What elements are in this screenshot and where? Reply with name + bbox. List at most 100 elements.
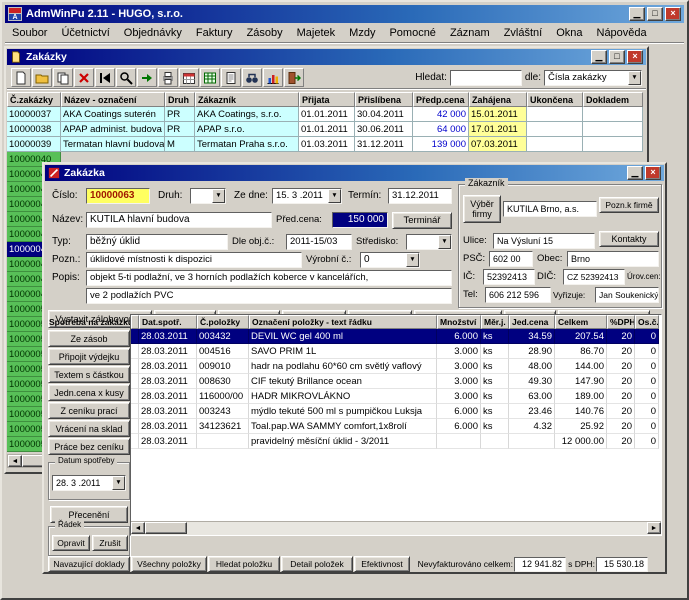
menu-zasoby[interactable]: Zásoby bbox=[240, 25, 290, 41]
maximize-button[interactable]: □ bbox=[647, 7, 663, 21]
menu-zvlastni[interactable]: Zvláštní bbox=[497, 25, 550, 41]
calendar-button[interactable] bbox=[179, 68, 199, 87]
item-row[interactable]: 28.03.2011 003243 mýdlo tekuté 500 ml s … bbox=[131, 404, 661, 419]
efektivnost-button[interactable]: Efektivnost bbox=[354, 556, 410, 572]
scroll-right-icon[interactable]: ► bbox=[647, 522, 661, 534]
menu-objednavky[interactable]: Objednávky bbox=[117, 25, 189, 41]
search-button[interactable] bbox=[116, 68, 136, 87]
column-header[interactable]: Označení položky - text řádku bbox=[249, 315, 437, 329]
column-header[interactable]: Měr.j. bbox=[481, 315, 509, 329]
popis-field-1[interactable]: objekt 5-ti podlažní, ve 3 horních podla… bbox=[86, 270, 452, 286]
column-header[interactable]: Předp.cena bbox=[413, 92, 469, 107]
new-record-button[interactable] bbox=[11, 68, 31, 87]
close-button[interactable]: × bbox=[665, 7, 681, 21]
pozn-field[interactable]: úklidové místnosti k dispozici bbox=[86, 252, 302, 268]
datum-spotreby-combo[interactable]: 28. 3 .2011▼ bbox=[52, 475, 126, 491]
terminar-button[interactable]: Terminář bbox=[392, 212, 452, 229]
vyrobni-combo[interactable]: 0▼ bbox=[360, 252, 420, 268]
column-header[interactable]: Název - označení bbox=[61, 92, 165, 107]
menu-faktury[interactable]: Faktury bbox=[189, 25, 240, 41]
item-row[interactable]: 28.03.2011 pravidelný měsíční úklid - 3/… bbox=[131, 434, 661, 449]
item-row[interactable]: 28.03.2011 004516 SAVO PRIM 1L 3.000 ks … bbox=[131, 344, 661, 359]
menu-mzdy[interactable]: Mzdy bbox=[342, 25, 382, 41]
zrusit-button[interactable]: Zrušit bbox=[92, 535, 128, 551]
opravit-button[interactable]: Opravit bbox=[52, 535, 90, 551]
dialog-close-button[interactable]: × bbox=[645, 166, 661, 180]
table-row[interactable]: 10000039 Termatan hlavní budova M Termat… bbox=[7, 137, 643, 152]
ze-zasob-button[interactable]: Ze zásob bbox=[48, 330, 130, 347]
dic-field[interactable]: CZ 52392413 bbox=[563, 269, 625, 285]
vraceni-na-sklad-button[interactable]: Vrácení na sklad bbox=[48, 420, 130, 437]
menu-majetek[interactable]: Majetek bbox=[290, 25, 343, 41]
vyrizuje-field[interactable]: Jan Soukenický bbox=[595, 287, 659, 303]
dropdown-arrow-icon[interactable]: ▼ bbox=[406, 253, 419, 267]
column-header[interactable]: Množství bbox=[437, 315, 481, 329]
items-h-scrollbar[interactable]: ◄ ► bbox=[131, 521, 661, 535]
firma-field[interactable]: KUTILA Brno, a.s. bbox=[503, 201, 597, 217]
dropdown-arrow-icon[interactable]: ▼ bbox=[212, 189, 225, 203]
dle-combo[interactable]: Čísla zakázky▼ bbox=[544, 70, 642, 86]
detail-polozek-button[interactable]: Detail položek bbox=[281, 556, 353, 572]
menu-ucetnictvi[interactable]: Účetnictví bbox=[54, 25, 116, 41]
table-row[interactable]: 10000038 APAP administ. budova PR APAP s… bbox=[7, 122, 643, 137]
column-header[interactable]: %DPH bbox=[607, 315, 635, 329]
binoculars-button[interactable] bbox=[242, 68, 262, 87]
textem-s-castkou-button[interactable]: Textem s částkou bbox=[48, 366, 130, 383]
minimize-button[interactable]: ▁ bbox=[629, 7, 645, 21]
copy-record-button[interactable] bbox=[53, 68, 73, 87]
column-header[interactable]: Dat.spotř. bbox=[139, 315, 197, 329]
dle-obj-field[interactable]: 2011-15/03 bbox=[286, 234, 352, 250]
scroll-thumb[interactable] bbox=[145, 522, 187, 534]
column-header[interactable]: Druh bbox=[165, 92, 195, 107]
menu-soubor[interactable]: Soubor bbox=[5, 25, 54, 41]
spreadsheet-button[interactable] bbox=[200, 68, 220, 87]
child-minimize-button[interactable]: ▁ bbox=[591, 50, 607, 64]
obec-field[interactable]: Brno bbox=[567, 251, 659, 267]
column-header[interactable]: Dokladem bbox=[583, 92, 643, 107]
next-record-button[interactable] bbox=[137, 68, 157, 87]
menu-zaznam[interactable]: Záznam bbox=[443, 25, 497, 41]
column-header[interactable]: Přijata bbox=[299, 92, 355, 107]
column-header[interactable]: Zahájena bbox=[469, 92, 527, 107]
print-button[interactable] bbox=[158, 68, 178, 87]
dialog-minimize-button[interactable]: ▁ bbox=[627, 166, 643, 180]
ulice-field[interactable]: Na Výsluní 15 bbox=[493, 233, 595, 249]
jedn-cena-x-kusy-button[interactable]: Jedn.cena x kusy bbox=[48, 384, 130, 401]
column-header[interactable]: Zákazník bbox=[195, 92, 299, 107]
hledat-polozku-button[interactable]: Hledat položku bbox=[208, 556, 280, 572]
item-row[interactable]: 28.03.2011 003432 DEVIL WC gel 400 ml 6.… bbox=[131, 329, 661, 344]
pred-cena-field[interactable]: 150 000 bbox=[332, 212, 388, 228]
ic-field[interactable]: 52392413 bbox=[483, 269, 535, 285]
column-header[interactable]: Přislíbena bbox=[355, 92, 413, 107]
vsechny-polozky-button[interactable]: Všechny položky bbox=[131, 556, 207, 572]
ze-dne-field[interactable]: 15. 3 .2011▼ bbox=[272, 188, 342, 204]
z-ceniku-praci-button[interactable]: Z ceníku prací bbox=[48, 402, 130, 419]
table-row[interactable]: 10000037 AKA Coatings suterén PR AKA Coa… bbox=[7, 107, 643, 122]
item-row[interactable]: 28.03.2011 008630 CIF tekutý Brillance o… bbox=[131, 374, 661, 389]
dropdown-arrow-icon[interactable]: ▼ bbox=[328, 189, 341, 203]
cislo-field[interactable]: 10000063 bbox=[86, 188, 150, 204]
druh-combo[interactable]: ▼ bbox=[190, 188, 226, 204]
column-header[interactable]: Ukončena bbox=[527, 92, 583, 107]
item-row[interactable]: 28.03.2011 116000/00 HADR MIKROVLÁKNO 3.… bbox=[131, 389, 661, 404]
menu-napoveda[interactable]: Nápověda bbox=[590, 25, 654, 41]
popis-field-2[interactable]: ve 2 podlažích PVC bbox=[86, 288, 452, 304]
item-row[interactable]: 28.03.2011 34123621 Toal.pap.WA SAMMY co… bbox=[131, 419, 661, 434]
column-header[interactable]: Os.č. bbox=[635, 315, 659, 329]
zakazky-title-bar[interactable]: Zakázky ▁ □ × bbox=[7, 49, 646, 65]
pripojit-vydejku-button[interactable]: Připojit výdejku bbox=[48, 348, 130, 365]
scroll-left-icon[interactable]: ◄ bbox=[131, 522, 145, 534]
column-header[interactable]: Celkem bbox=[555, 315, 607, 329]
column-header[interactable]: Č.zakázky bbox=[7, 92, 61, 107]
exit-button[interactable] bbox=[284, 68, 304, 87]
dropdown-arrow-icon[interactable]: ▼ bbox=[112, 476, 125, 490]
stredisko-combo[interactable]: ▼ bbox=[406, 234, 452, 250]
child-close-button[interactable]: × bbox=[627, 50, 643, 64]
menu-pomocne[interactable]: Pomocné bbox=[382, 25, 442, 41]
typ-field[interactable]: běžný úklid bbox=[86, 234, 228, 250]
column-header[interactable]: Jed.cena bbox=[509, 315, 555, 329]
menu-okna[interactable]: Okna bbox=[549, 25, 589, 41]
kontakty-button[interactable]: Kontakty bbox=[599, 231, 659, 247]
pozn-k-firme-button[interactable]: Pozn.k firmě bbox=[599, 197, 659, 213]
first-record-button[interactable] bbox=[95, 68, 115, 87]
